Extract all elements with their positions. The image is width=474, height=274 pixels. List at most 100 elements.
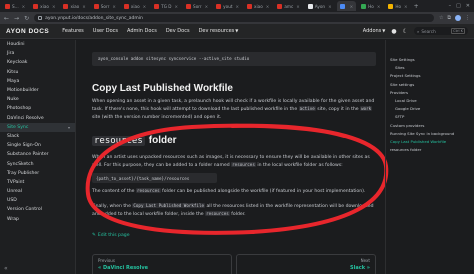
star-icon[interactable]: ☆ (439, 15, 443, 21)
browser-tab[interactable]: xiao × (30, 1, 58, 11)
inline-code: resources (205, 211, 230, 217)
sidebar-item[interactable]: Nuke (0, 95, 75, 104)
browser-tab[interactable]: Sorr × (91, 1, 119, 11)
sidebar-item[interactable]: Tray Publisher (0, 169, 75, 178)
toc-link[interactable]: Site settings (386, 81, 474, 89)
toc-link[interactable]: resources folder (386, 146, 474, 154)
sidebar-item[interactable]: Houdini (0, 40, 75, 49)
sidebar-item[interactable]: Version Control (0, 205, 75, 214)
close-tab-icon[interactable]: × (112, 4, 116, 9)
browser-tab[interactable]: × (336, 1, 357, 11)
sidebar-item[interactable]: Maya (0, 77, 75, 86)
sidebar-item[interactable]: DaVinci Resolve (0, 114, 75, 123)
browser-tab[interactable]: Sorr × (183, 1, 211, 11)
sidebar-item-label: Nuke (7, 97, 19, 103)
close-tab-icon[interactable]: × (22, 4, 26, 9)
sidebar-item[interactable]: Photoshop (0, 104, 75, 113)
browser-tab[interactable]: xiao × (60, 1, 88, 11)
browser-tab[interactable]: xiao × (244, 1, 272, 11)
sidebar-item[interactable]: Kitsu (0, 68, 75, 77)
sidebar-item-label: Keycloak (7, 60, 28, 66)
collapse-sidebar-icon[interactable]: « (4, 265, 8, 272)
reload-icon[interactable]: ↻ (24, 15, 29, 22)
extensions-icon[interactable]: ⧉ (447, 15, 451, 21)
sidebar-item-label: Unreal (7, 189, 22, 195)
back-icon[interactable]: ← (4, 15, 9, 22)
search-icon: ⌕ (417, 28, 420, 34)
previous-page-button[interactable]: Previous « DaVinci Resolve (92, 254, 232, 274)
browser-tab[interactable]: yout × (213, 1, 242, 11)
next-page-button[interactable]: Next Slack » (236, 254, 376, 274)
close-tab-icon[interactable]: × (175, 4, 179, 9)
toc-link[interactable]: Custom providers (386, 122, 474, 130)
close-tab-icon[interactable]: × (328, 4, 332, 9)
nav-features[interactable]: Features (62, 28, 84, 34)
close-tab-icon[interactable]: × (266, 4, 270, 9)
sidebar-item[interactable]: Jira (0, 49, 75, 58)
menu-icon[interactable]: ⋮ (465, 15, 470, 21)
toc-link[interactable]: Copy Last Published Workfile (386, 138, 474, 146)
profile-avatar[interactable] (455, 15, 461, 21)
browser-actions: ☆ ⧉ ⋮ (439, 15, 470, 21)
browser-tab[interactable]: Ho × (385, 1, 410, 11)
browser-tab[interactable]: Ayon × (305, 1, 335, 11)
sidebar-item[interactable]: SyncSketch (0, 159, 75, 168)
browser-tab[interactable]: xiao × (121, 1, 149, 11)
site-logo[interactable]: AYON DOCS (6, 28, 49, 35)
sidebar-item[interactable]: Motionbuilder (0, 86, 75, 95)
github-icon[interactable]: ● (391, 28, 396, 35)
toc-link[interactable]: Providers (386, 89, 474, 97)
nav-admin-docs[interactable]: Admin Docs (127, 28, 157, 34)
close-tab-icon[interactable]: × (143, 4, 147, 9)
sidebar-item[interactable]: Unreal (0, 187, 75, 196)
favicon-icon (388, 3, 394, 9)
edit-page-link[interactable]: ✎ Edit this page (92, 233, 130, 238)
toc-link[interactable]: Local Drive (386, 97, 474, 105)
sidebar-item[interactable]: Single Sign-On (0, 141, 75, 150)
sidebar-item[interactable]: USD (0, 196, 75, 205)
chevron-down-icon: ▾ (67, 124, 70, 130)
close-tab-icon[interactable]: × (52, 4, 56, 9)
toc-link[interactable]: Google Drive (386, 105, 474, 113)
close-tab-icon[interactable]: × (404, 4, 408, 9)
nav-addons[interactable]: Addons▼ (363, 28, 386, 34)
sidebar-item[interactable]: Keycloak (0, 58, 75, 67)
nav-dev-docs[interactable]: Dev Docs (166, 28, 190, 34)
browser-tab[interactable]: S... × (2, 1, 28, 11)
browser-tab[interactable]: TG D × (151, 1, 181, 11)
inline-code: work (360, 106, 373, 112)
header-right: Addons▼ ● ☾ ⌕ Search Ctrl K (363, 27, 468, 35)
new-tab-button[interactable]: + (414, 3, 419, 10)
sidebar-item[interactable]: TVPaint (0, 178, 75, 187)
sidebar-item-label: Tray Publisher (7, 170, 40, 176)
toc-link[interactable]: SFTP (386, 113, 474, 121)
browser-tab[interactable]: amc × (274, 1, 302, 11)
minimize-icon[interactable]: – (449, 3, 452, 9)
browser-tab[interactable]: Ho × (358, 1, 383, 11)
toc-link[interactable]: Site Settings (386, 56, 474, 64)
toc-link[interactable]: Running Site Sync in background (386, 130, 474, 138)
close-tab-icon[interactable]: × (82, 4, 86, 9)
sidebar-item[interactable]: Slack (0, 132, 75, 141)
sidebar-item-label: TVPaint (7, 179, 25, 185)
close-tab-icon[interactable]: × (377, 4, 381, 9)
sidebar-item[interactable]: Site Sync ▾ (0, 122, 75, 132)
toc-link[interactable]: Sites (386, 64, 474, 72)
toc-link[interactable]: Project Settings (386, 72, 474, 80)
close-tab-icon[interactable]: × (236, 4, 240, 9)
close-tab-icon[interactable]: × (205, 4, 209, 9)
search-input[interactable]: ⌕ Search Ctrl K (414, 27, 468, 35)
close-window-icon[interactable]: ✕ (466, 3, 470, 9)
close-tab-icon[interactable]: × (350, 4, 354, 9)
nav-user-docs[interactable]: User Docs (93, 28, 118, 34)
theme-toggle-icon[interactable]: ☾ (403, 28, 408, 35)
maximize-icon[interactable]: □ (456, 3, 461, 9)
tab-title: S... (12, 3, 19, 9)
url-field[interactable]: ayon.ynput.io/docs/addon_site_sync_admin (34, 14, 434, 22)
nav-dev-resources[interactable]: Dev resources▼ (199, 28, 239, 34)
sidebar-item[interactable]: Substance Painter (0, 150, 75, 159)
tab-title: TG D (161, 3, 172, 9)
forward-icon[interactable]: → (14, 15, 19, 22)
close-tab-icon[interactable]: × (296, 4, 300, 9)
sidebar-item[interactable]: Wrap (0, 215, 75, 224)
